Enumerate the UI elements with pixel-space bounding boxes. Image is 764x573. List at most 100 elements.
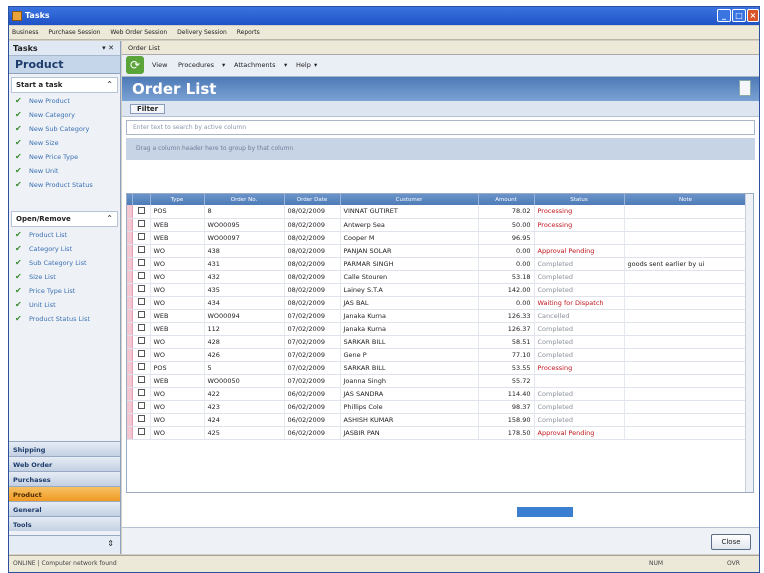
table-row[interactable]: POS 8 08/02/2009 VINNAT GUTIRET 78.02 Process… [127, 205, 748, 219]
table-row[interactable]: WEB 112 07/02/2009 Janaka Kurna 126.37 Comple… [127, 322, 748, 336]
close-button[interactable]: Close [711, 534, 751, 550]
group-start-task[interactable]: Start a task ⌃ [11, 77, 118, 93]
table-row[interactable]: WEB WO00050 07/02/2009 Joanna Singh 55.72 [127, 374, 748, 388]
column-header-order-no[interactable]: Order No. [204, 194, 285, 205]
chevron-up-icon[interactable]: ⌃ [106, 214, 113, 223]
table-row[interactable]: WO 434 08/02/2009 JAS BAL 0.00 Waiting for Di… [127, 296, 748, 310]
checkbox-icon[interactable] [137, 259, 145, 266]
open-task-item[interactable]: ✔ Product Status List [9, 313, 120, 327]
column-header-type[interactable]: Type [150, 194, 205, 205]
table-row[interactable]: WEB WO00097 08/02/2009 Cooper M 96.95 [127, 231, 748, 245]
row-checkbox[interactable] [132, 400, 151, 414]
table-row[interactable]: WO 431 08/02/2009 PARMAR SINGH 0.00 Completed… [127, 257, 748, 271]
row-checkbox[interactable] [132, 244, 151, 258]
procedures-button[interactable]: Procedures [178, 61, 214, 69]
open-task-item[interactable]: ✔ Category List [9, 243, 120, 257]
help-dropdown-icon[interactable]: ▾ [314, 61, 317, 69]
table-row[interactable]: WO 422 06/02/2009 JAS SANDRA 114.40 Completed [127, 387, 748, 401]
open-task-item[interactable]: ✔ Sub Category List [9, 257, 120, 271]
table-row[interactable]: WO 432 08/02/2009 Calle Stouren 53.18 Complet… [127, 270, 748, 284]
chevron-up-icon[interactable]: ⌃ [106, 80, 113, 89]
checkbox-icon[interactable] [137, 246, 145, 253]
row-checkbox[interactable] [132, 231, 151, 245]
checkbox-icon[interactable] [137, 272, 145, 279]
row-checkbox[interactable] [132, 335, 151, 349]
nav-shipping[interactable]: Shipping [9, 441, 120, 456]
row-checkbox[interactable] [132, 374, 151, 388]
refresh-icon[interactable]: ⟳ [126, 56, 144, 74]
row-checkbox[interactable] [132, 387, 151, 401]
table-row[interactable]: POS 5 07/02/2009 SARKAR BILL 53.55 Processing [127, 361, 748, 375]
row-checkbox[interactable] [132, 257, 151, 271]
help-button[interactable]: Help [296, 61, 311, 69]
checkbox-icon[interactable] [137, 428, 145, 435]
column-header-note[interactable]: Note [624, 194, 748, 205]
menu-delivery-session[interactable]: Delivery Session [177, 29, 227, 36]
menu-business[interactable]: Business [12, 29, 38, 36]
row-checkbox[interactable] [132, 348, 151, 362]
menu-web-order-session[interactable]: Web Order Session [110, 29, 167, 36]
nav-purchases[interactable]: Purchases [9, 471, 120, 486]
checkbox-icon[interactable] [137, 285, 145, 292]
row-checkbox[interactable] [132, 361, 151, 375]
row-checkbox[interactable] [132, 426, 151, 440]
column-header-amount[interactable]: Amount [478, 194, 535, 205]
horizontal-scroll-thumb[interactable] [517, 507, 573, 517]
checkbox-icon[interactable] [137, 324, 145, 331]
table-row[interactable]: WEB WO00095 08/02/2009 Antwerp Sea 50.00 Proc… [127, 218, 748, 232]
checkbox-icon[interactable] [137, 376, 145, 383]
nav-general[interactable]: General [9, 501, 120, 516]
tab-order-list[interactable]: Order List [128, 44, 160, 52]
column-header-order-date[interactable]: Order Date [284, 194, 341, 205]
row-checkbox[interactable] [132, 205, 151, 219]
row-checkbox[interactable] [132, 309, 151, 323]
row-checkbox[interactable] [132, 218, 151, 232]
nav-web-order[interactable]: Web Order [9, 456, 120, 471]
checkbox-icon[interactable] [137, 233, 145, 240]
attachments-button[interactable]: Attachments [234, 61, 276, 69]
row-checkbox[interactable] [132, 413, 151, 427]
table-row[interactable]: WEB WO00094 07/02/2009 Janaka Kurna 126.33 Ca… [127, 309, 748, 323]
open-task-item[interactable]: ✔ Unit List [9, 299, 120, 313]
open-task-item[interactable]: ✔ Price Type List [9, 285, 120, 299]
procedures-dropdown-icon[interactable]: ▾ [222, 61, 225, 69]
row-checkbox[interactable] [132, 283, 151, 297]
checkbox-icon[interactable] [137, 206, 145, 214]
table-row[interactable]: WO 424 06/02/2009 ASHISH KUMAR 158.90 Complet… [127, 413, 748, 427]
table-row[interactable]: WO 438 08/02/2009 PANJAN SOLAR 0.00 Approval … [127, 244, 748, 258]
column-header-customer[interactable]: Customer [340, 194, 479, 205]
vertical-scrollbar[interactable] [745, 194, 753, 492]
menu-purchase-session[interactable]: Purchase Session [48, 29, 100, 36]
checkbox-icon[interactable] [137, 311, 145, 318]
attachments-dropdown-icon[interactable]: ▾ [284, 61, 287, 69]
column-header-status[interactable]: Status [534, 194, 625, 205]
checkbox-icon[interactable] [137, 402, 145, 409]
minimize-button[interactable]: _ [717, 9, 731, 22]
pin-icon[interactable]: ▾ ✕ [102, 44, 114, 52]
row-checkbox[interactable] [132, 296, 151, 310]
row-checkbox[interactable] [132, 322, 151, 336]
checkbox-icon[interactable] [137, 363, 145, 370]
checkbox-icon[interactable] [137, 415, 145, 422]
maximize-button[interactable]: □ [732, 9, 746, 22]
checkbox-icon[interactable] [137, 389, 145, 396]
checkbox-icon[interactable] [137, 350, 145, 357]
table-row[interactable]: WO 435 08/02/2009 Lainey S.T.A 142.00 Complet… [127, 283, 748, 297]
start-task-item[interactable]: ✔ New Price Type [9, 151, 120, 165]
filter-button[interactable]: Filter [130, 104, 166, 114]
start-task-item[interactable]: ✔ New Category [9, 109, 120, 123]
checkbox-icon[interactable] [137, 298, 145, 305]
nav-tools[interactable]: Tools [9, 516, 120, 531]
open-task-item[interactable]: ✔ Size List [9, 271, 120, 285]
table-row[interactable]: WO 425 06/02/2009 JASBIR PAN 178.50 Approval … [127, 426, 748, 440]
start-task-item[interactable]: ✔ New Product Status [9, 179, 120, 193]
menu-reports[interactable]: Reports [237, 29, 260, 36]
nav-product[interactable]: Product [9, 486, 120, 501]
row-checkbox[interactable] [132, 270, 151, 284]
start-task-item[interactable]: ✔ New Unit [9, 165, 120, 179]
start-task-item[interactable]: ✔ New Sub Category [9, 123, 120, 137]
search-input[interactable]: Enter text to search by active column [126, 120, 755, 135]
group-open-remove[interactable]: Open/Remove ⌃ [11, 211, 118, 227]
open-task-item[interactable]: ✔ Product List [9, 229, 120, 243]
table-row[interactable]: WO 428 07/02/2009 SARKAR BILL 58.51 Completed [127, 335, 748, 349]
